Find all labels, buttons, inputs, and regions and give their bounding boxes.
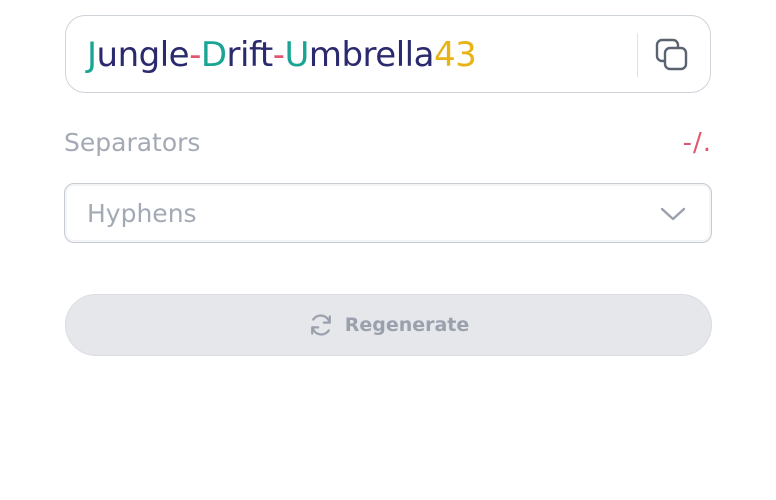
- separators-label: Separators: [64, 128, 201, 157]
- regenerate-label: Regenerate: [344, 314, 470, 336]
- generated-password: Jungle-Drift-Umbrella43: [87, 16, 477, 94]
- refresh-icon: [308, 312, 334, 338]
- password-segment: U: [284, 35, 309, 75]
- copy-button[interactable]: [654, 37, 690, 73]
- password-segment: -: [272, 35, 285, 75]
- password-segment: rift: [226, 35, 274, 75]
- separators-selected-value: Hyphens: [87, 199, 197, 228]
- password-segment: 43: [433, 35, 477, 75]
- regenerate-button[interactable]: Regenerate: [65, 294, 712, 356]
- password-segment: mbrella: [308, 35, 435, 75]
- separators-hint: -/.: [682, 128, 712, 158]
- separators-row: Separators -/.: [64, 124, 712, 162]
- copy-icon: [655, 38, 688, 71]
- password-segment: ungle: [96, 35, 190, 75]
- password-segment: D: [200, 35, 227, 75]
- password-segment: J: [87, 35, 97, 75]
- separators-select[interactable]: Hyphens: [64, 183, 712, 243]
- chevron-down-icon: [660, 207, 686, 221]
- generated-password-field: Jungle-Drift-Umbrella43: [65, 15, 711, 93]
- field-divider: [637, 33, 638, 77]
- password-segment: -: [189, 35, 201, 75]
